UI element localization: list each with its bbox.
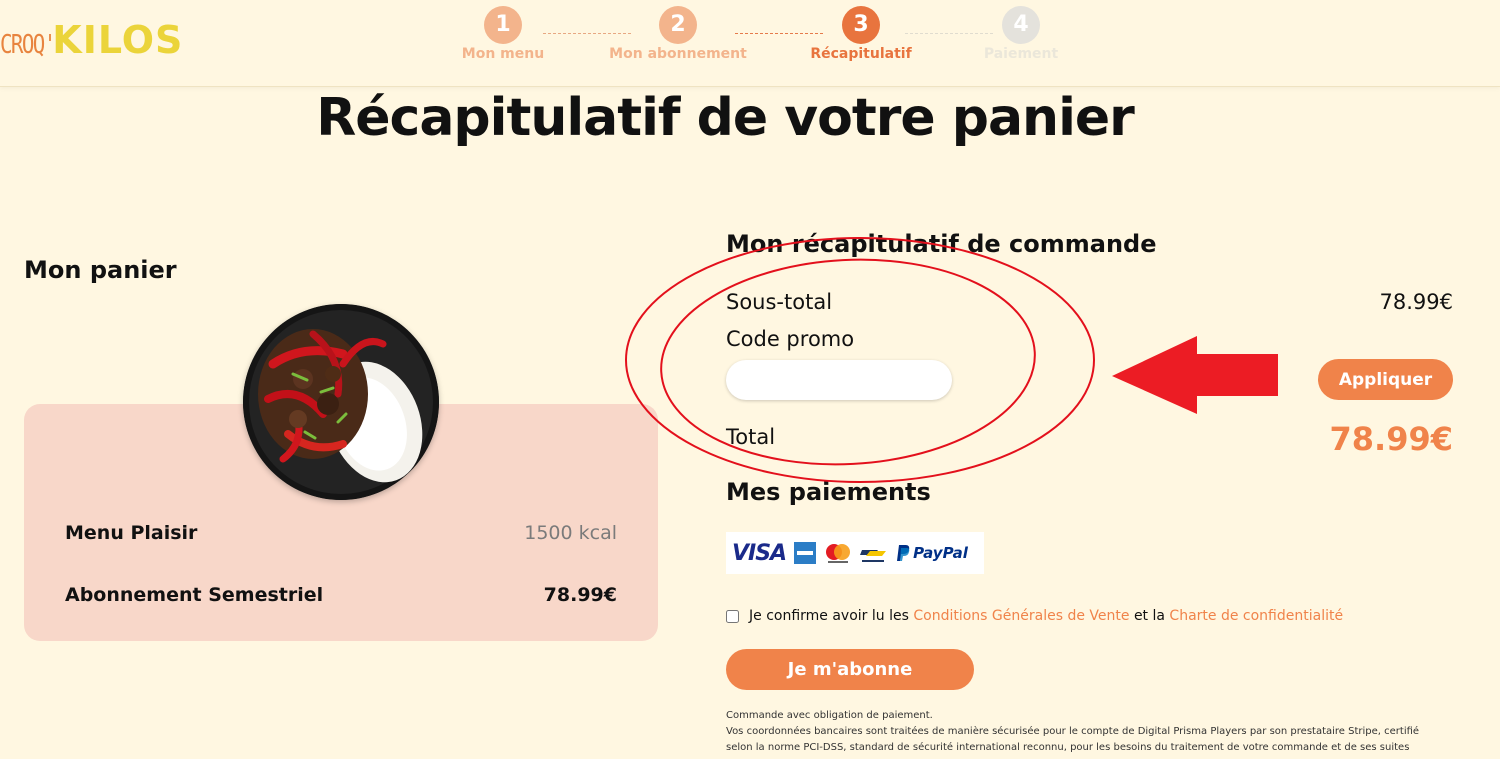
visa-logo: VISA [732, 540, 787, 566]
bancontact-logo [860, 550, 887, 562]
cart-heading: Mon panier [24, 256, 177, 284]
promo-label: Code promo [726, 327, 855, 351]
cgv-link[interactable]: Conditions Générales de Vente [913, 608, 1129, 624]
terms-text: Je confirme avoir lu les Conditions Géné… [749, 608, 1343, 624]
paypal-text: PayPal [913, 544, 968, 562]
logo-part2: KILOS [52, 18, 184, 62]
header: CROQ' KILOS 1 Mon menu 2 Mon abonnement … [0, 0, 1500, 87]
logo-part1: CROQ' [0, 30, 56, 60]
step-3-label: Récapitulatif [810, 46, 912, 62]
subscription-price: 78.99€ [543, 584, 617, 606]
dish-illustration [243, 304, 439, 500]
terms-checkbox[interactable] [726, 609, 739, 623]
menu-kcal: 1500 kcal [524, 522, 617, 544]
step-4-number: 4 [1002, 6, 1040, 44]
page-title: Récapitulatif de votre panier [316, 88, 1135, 148]
payment-logos: VISA PayPal [726, 532, 984, 574]
paypal-icon [897, 545, 910, 561]
total-value: 78.99€ [1329, 420, 1453, 458]
dish-image [243, 304, 439, 500]
terms-text-before: Je confirme avoir lu les [749, 608, 909, 624]
step-2-label: Mon abonnement [609, 46, 747, 62]
subscription-name: Abonnement Semestriel [65, 584, 324, 606]
apply-promo-button[interactable]: Appliquer [1318, 359, 1453, 400]
menu-row: Menu Plaisir 1500 kcal [65, 522, 617, 544]
paypal-logo: PayPal [896, 544, 968, 562]
terms-text-middle: et la [1133, 608, 1165, 624]
step-1[interactable]: 1 Mon menu [428, 6, 578, 62]
step-2-number: 2 [659, 6, 697, 44]
subscribe-button[interactable]: Je m'abonne [726, 649, 974, 690]
mastercard-logo [826, 544, 851, 563]
highlight-arrow-icon [1112, 336, 1278, 414]
step-3[interactable]: 3 Récapitulatif [786, 6, 936, 62]
subtotal-label: Sous-total [726, 290, 833, 314]
payments-heading: Mes paiements [726, 478, 931, 506]
legal-line-1: Commande avec obligation de paiement. [726, 710, 933, 721]
menu-name: Menu Plaisir [65, 522, 198, 544]
legal-line-2: Vos coordonnées bancaires sont traitées … [726, 726, 1420, 753]
subscription-row: Abonnement Semestriel 78.99€ [65, 584, 617, 606]
terms-confirm-row: Je confirme avoir lu les Conditions Géné… [726, 608, 1343, 624]
summary-heading: Mon récapitulatif de commande [726, 230, 1157, 258]
promo-code-input[interactable] [726, 360, 952, 400]
legal-notice: Commande avec obligation de paiement. Vo… [726, 708, 1446, 756]
step-3-number: 3 [842, 6, 880, 44]
step-1-number: 1 [484, 6, 522, 44]
step-4-label: Paiement [983, 46, 1059, 62]
step-2[interactable]: 2 Mon abonnement [603, 6, 753, 62]
amex-logo [794, 542, 817, 564]
privacy-link[interactable]: Charte de confidentialité [1169, 608, 1343, 624]
step-4[interactable]: 4 Paiement [946, 6, 1096, 62]
total-label: Total [726, 425, 776, 449]
brand-logo[interactable]: CROQ' KILOS [0, 12, 183, 60]
subtotal-value: 78.99€ [1379, 290, 1453, 314]
step-1-label: Mon menu [461, 46, 545, 62]
